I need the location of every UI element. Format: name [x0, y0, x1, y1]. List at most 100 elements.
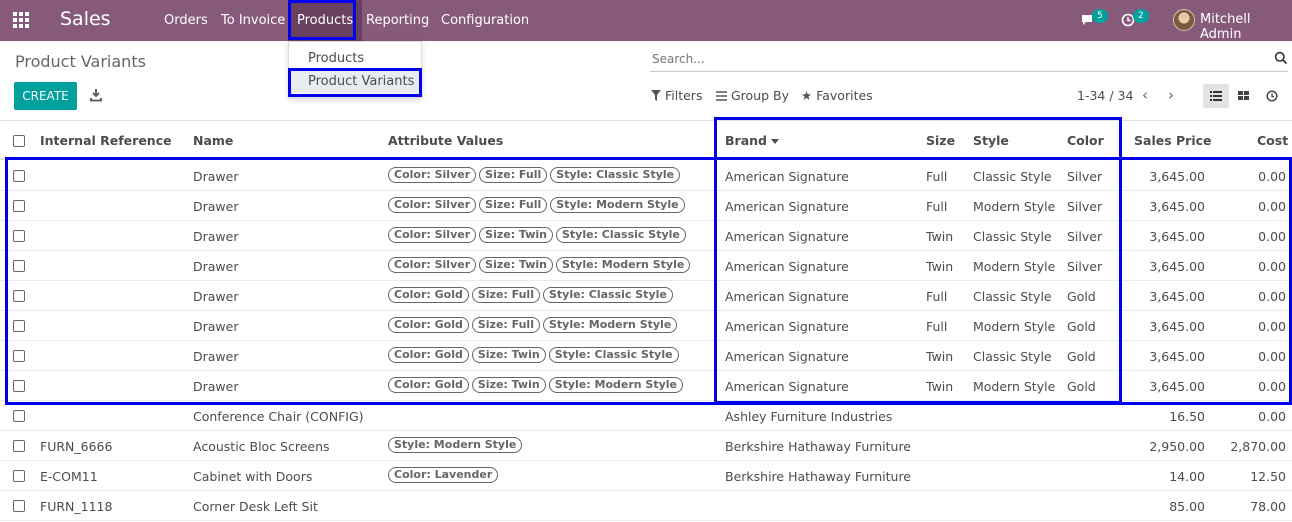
menu-to-invoice[interactable]: To Invoice — [212, 0, 294, 41]
attribute-tag: Size: Twin — [471, 377, 546, 393]
list-view-icon — [1210, 91, 1222, 101]
list-view-button[interactable] — [1203, 84, 1229, 108]
search-input[interactable] — [650, 48, 1250, 70]
row-checkbox[interactable] — [13, 380, 25, 392]
row-checkbox[interactable] — [13, 170, 25, 182]
attribute-tag: Size: Full — [479, 167, 548, 183]
cell-attribute-values: Color: Gold Size: Full Style: Classic Styl… — [388, 287, 673, 303]
cell-brand: American Signature — [725, 199, 849, 214]
create-button[interactable]: CREATE — [14, 82, 77, 110]
cell-sales-price: 85.00 — [1169, 499, 1205, 514]
activities-badge: 2 — [1133, 9, 1149, 23]
user-avatar[interactable] — [1173, 9, 1195, 31]
groupby-label: Group By — [730, 88, 789, 103]
activity-view-button[interactable] — [1259, 84, 1285, 108]
row-checkbox[interactable] — [13, 440, 25, 452]
cell-color: Silver — [1067, 229, 1103, 244]
row-checkbox[interactable] — [13, 230, 25, 242]
table-row[interactable]: E-COM11 Cabinet with Doors Color: Lavender… — [0, 461, 1292, 491]
cell-sales-price: 16.50 — [1169, 409, 1205, 424]
table-row[interactable]: Drawer Color: Silver Size: Twin Style: Mode… — [0, 251, 1292, 281]
menu-reporting[interactable]: Reporting — [357, 0, 438, 41]
table-row[interactable]: Drawer Color: Gold Size: Twin Style: Modern… — [0, 371, 1292, 401]
select-all-checkbox[interactable] — [13, 135, 25, 147]
attribute-tag: Size: Twin — [479, 257, 553, 273]
download-icon[interactable] — [89, 88, 103, 102]
cell-attribute-values: Color: Gold Size: Twin Style: Modern Style — [388, 377, 684, 393]
cell-cost: 0.00 — [1258, 409, 1286, 424]
dropdown-item-products[interactable]: Products — [289, 48, 421, 70]
cell-style: Classic Style — [973, 349, 1052, 364]
table-header: Internal Reference Name Attribute Values… — [0, 120, 1292, 160]
cell-brand: American Signature — [725, 229, 849, 244]
cell-name: Drawer — [193, 199, 239, 214]
cell-size: Twin — [926, 349, 954, 364]
cell-style: Classic Style — [973, 289, 1052, 304]
row-checkbox[interactable] — [13, 200, 25, 212]
row-checkbox[interactable] — [13, 290, 25, 302]
groupby-button[interactable]: Group By — [716, 88, 789, 103]
cell-brand: American Signature — [725, 169, 849, 184]
cell-sales-price: 3,645.00 — [1149, 289, 1205, 304]
table-row[interactable]: FURN_1118 Corner Desk Left Sit 85.00 78.00 — [0, 491, 1292, 521]
cell-color: Gold — [1067, 349, 1096, 364]
table-row[interactable]: Drawer Color: Gold Size: Full Style: Classi… — [0, 281, 1292, 311]
row-checkbox[interactable] — [13, 260, 25, 272]
cell-color: Gold — [1067, 289, 1096, 304]
cell-size: Full — [926, 319, 948, 334]
row-checkbox[interactable] — [13, 350, 25, 362]
cell-cost: 0.00 — [1258, 379, 1286, 394]
header-brand-sorted[interactable]: Brand — [725, 133, 779, 148]
dropdown-item-product-variants[interactable]: Product Variants — [289, 71, 421, 93]
header-name[interactable]: Name — [193, 133, 233, 148]
row-checkbox[interactable] — [13, 500, 25, 512]
kanban-view-button[interactable] — [1231, 84, 1257, 108]
cell-style: Modern Style — [973, 319, 1056, 334]
header-style[interactable]: Style — [973, 133, 1009, 148]
table-row[interactable]: Drawer Color: Silver Size: Full Style: Clas… — [0, 161, 1292, 191]
header-size[interactable]: Size — [926, 133, 955, 148]
table-row[interactable]: Drawer Color: Gold Size: Twin Style: Classi… — [0, 341, 1292, 371]
attribute-tag: Color: Silver — [388, 197, 477, 213]
menu-orders[interactable]: Orders — [155, 0, 217, 41]
apps-grid-icon[interactable] — [13, 12, 31, 28]
app-title[interactable]: Sales — [60, 8, 111, 30]
header-cost[interactable]: Cost — [1257, 133, 1288, 148]
cell-attribute-values: Color: Silver Size: Twin Style: Modern Sty… — [388, 257, 691, 273]
cell-attribute-values: Style: Modern Style — [388, 437, 523, 453]
attribute-tag: Color: Gold — [388, 317, 469, 333]
filters-button[interactable]: Filters — [651, 88, 702, 103]
menu-products[interactable]: Products — [288, 0, 363, 41]
header-sales-price[interactable]: Sales Price — [1134, 133, 1212, 148]
row-checkbox[interactable] — [13, 320, 25, 332]
cell-size: Full — [926, 199, 948, 214]
pager-value[interactable]: 1-34 / 34 — [1077, 88, 1133, 103]
attribute-tag: Style: Modern Style — [550, 197, 685, 213]
pager-next-icon[interactable]: › — [1168, 86, 1174, 104]
pager-previous-icon[interactable]: ‹ — [1142, 86, 1148, 104]
table-row[interactable]: Drawer Color: Gold Size: Full Style: Modern… — [0, 311, 1292, 341]
favorites-button[interactable]: ★ Favorites — [801, 88, 873, 103]
cell-brand: American Signature — [725, 379, 849, 394]
search-icon[interactable] — [1274, 51, 1288, 65]
cell-cost: 2,870.00 — [1230, 439, 1286, 454]
favorites-label: Favorites — [816, 88, 873, 103]
header-attribute-values[interactable]: Attribute Values — [388, 133, 503, 148]
row-checkbox[interactable] — [13, 410, 25, 422]
cell-brand: American Signature — [725, 319, 849, 334]
header-internal-reference[interactable]: Internal Reference — [40, 133, 172, 148]
sort-descending-icon — [770, 139, 779, 144]
row-checkbox[interactable] — [13, 470, 25, 482]
table-row[interactable]: FURN_6666 Acoustic Bloc Screens Style: Mod… — [0, 431, 1292, 461]
cell-attribute-values: Color: Silver Size: Full Style: Classic St… — [388, 167, 681, 183]
menu-configuration[interactable]: Configuration — [432, 0, 538, 41]
table-row[interactable]: Drawer Color: Silver Size: Full Style: Mode… — [0, 191, 1292, 221]
search-bar[interactable] — [650, 48, 1288, 72]
user-name[interactable]: Mitchell Admin — [1200, 12, 1292, 42]
header-color[interactable]: Color — [1067, 133, 1104, 148]
table-row[interactable]: Conference Chair (CONFIG) Ashley Furnitur… — [0, 401, 1292, 431]
table-row[interactable]: Drawer Color: Silver Size: Twin Style: Clas… — [0, 221, 1292, 251]
cell-style: Classic Style — [973, 229, 1052, 244]
attribute-tag: Color: Gold — [388, 287, 469, 303]
cell-name: Drawer — [193, 349, 239, 364]
